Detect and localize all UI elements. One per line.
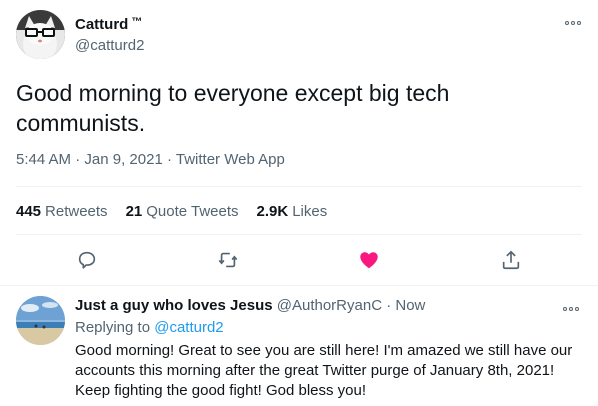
share-button[interactable] — [495, 244, 527, 276]
heart-filled-icon — [360, 252, 378, 269]
divider — [16, 186, 582, 187]
tweet-stats: 445 Retweets 21 Quote Tweets 2.9K Likes — [16, 203, 327, 220]
tweet-text: Good morning to everyone except big tech… — [16, 80, 450, 136]
meta-separator: · — [75, 151, 85, 168]
replying-to-prefix: Replying to — [75, 319, 151, 336]
reply-header: Just a guy who loves Jesus @AuthorRyanC … — [75, 297, 425, 314]
meta-separator: · — [166, 151, 176, 168]
dot-icon — [577, 21, 581, 25]
like-button[interactable] — [353, 244, 385, 276]
dot-icon — [571, 21, 575, 25]
author-handle[interactable]: @catturd2 — [75, 37, 144, 54]
quote-tweets-stat[interactable]: 21 Quote Tweets — [126, 203, 239, 220]
retweet-icon — [218, 252, 238, 268]
tweet-time[interactable]: 5:44 AM — [16, 151, 71, 168]
more-options-button[interactable] — [563, 18, 583, 28]
replying-to-link[interactable]: @catturd2 — [154, 319, 223, 336]
quote-count: 21 — [125, 203, 143, 220]
tweet-meta: 5:44 AM · Jan 9, 2021 · Twitter Web App — [16, 151, 285, 168]
reply-tweet[interactable]: Just a guy who loves Jesus @AuthorRyanC … — [0, 286, 598, 406]
likes-count: 2.9K — [256, 203, 289, 220]
tweet-actions — [0, 244, 598, 276]
share-icon — [502, 250, 520, 270]
trademark-symbol: ™ — [131, 16, 143, 28]
likes-stat[interactable]: 2.9K Likes — [257, 203, 328, 220]
tweet-source[interactable]: Twitter Web App — [176, 151, 285, 168]
likes-label: Likes — [292, 203, 328, 220]
reply-author-name[interactable]: Just a guy who loves Jesus — [75, 297, 273, 314]
author-name[interactable]: Catturd ™ — [75, 16, 142, 33]
retweets-count: 445 — [16, 203, 42, 220]
reply-author-handle[interactable]: @AuthorRyanC — [277, 297, 382, 314]
retweets-stat[interactable]: 445 Retweets — [16, 203, 108, 220]
quote-label: Quote Tweets — [146, 203, 239, 220]
reply-separator: · — [386, 297, 392, 314]
dot-icon — [565, 21, 569, 25]
dot-icon — [569, 307, 573, 311]
reply-author-avatar[interactable] — [16, 296, 65, 345]
catturd-avatar[interactable] — [16, 10, 65, 59]
reply-more-options-button[interactable] — [563, 304, 583, 314]
reply-time[interactable]: Now — [395, 297, 425, 314]
reply-icon — [78, 251, 96, 269]
replying-to: Replying to @catturd2 — [75, 319, 224, 336]
tweet-date[interactable]: Jan 9, 2021 — [84, 151, 162, 168]
retweets-label: Retweets — [45, 203, 108, 220]
dot-icon — [575, 307, 579, 311]
reply-button[interactable] — [71, 244, 103, 276]
retweet-button[interactable] — [212, 244, 244, 276]
author-name-text[interactable]: Catturd — [75, 16, 128, 33]
divider — [16, 234, 582, 235]
reply-text: Good morning! Great to see you are still… — [75, 342, 573, 399]
dot-icon — [563, 307, 567, 311]
